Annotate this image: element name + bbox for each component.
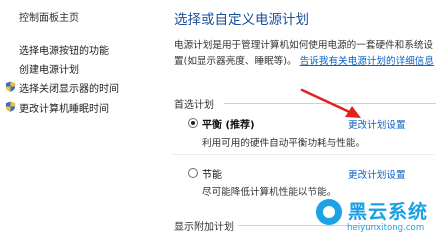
watermark: 黑云系统 heiyunxitong.com	[314, 195, 441, 241]
watermark-url: heiyunxitong.com	[347, 223, 425, 233]
watermark-title: 黑云系统	[348, 201, 429, 223]
watermark-logo-icon	[316, 199, 342, 225]
